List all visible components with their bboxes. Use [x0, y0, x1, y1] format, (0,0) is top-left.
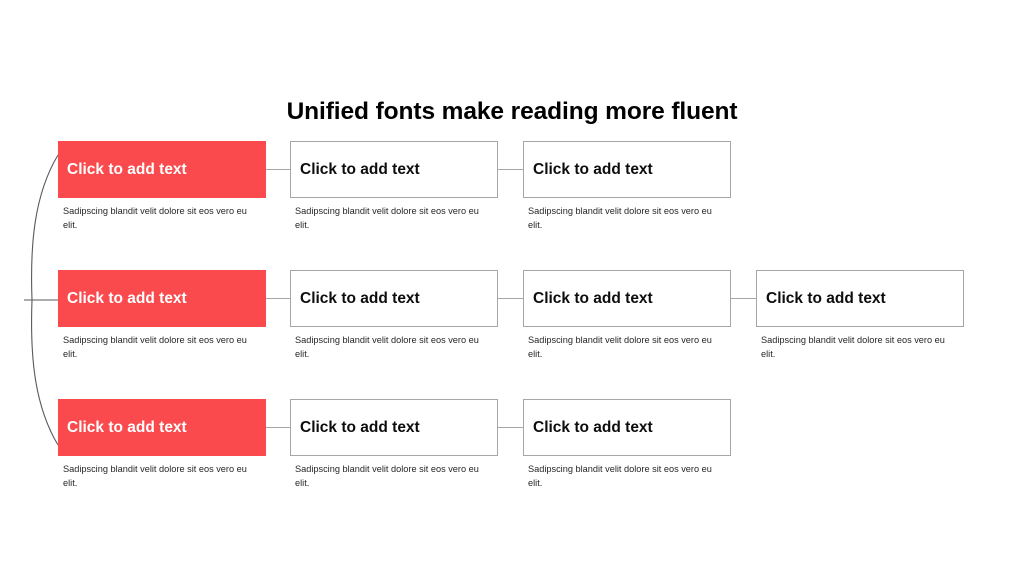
diagram-row-1: Click to add text Sadipscing blandit vel… — [0, 141, 1024, 261]
slide-canvas: Unified fonts make reading more fluent C… — [0, 0, 1024, 576]
node-description: Sadipscing blandit velit dolore sit eos … — [528, 206, 712, 231]
node-label: Click to add text — [67, 418, 187, 436]
connector-row2-node2-node3 — [498, 298, 523, 299]
node-label: Click to add text — [67, 160, 187, 178]
node-description: Sadipscing blandit velit dolore sit eos … — [761, 335, 945, 360]
node-label: Click to add text — [300, 418, 420, 436]
node-box-accent[interactable]: Click to add text — [58, 141, 266, 198]
node-box-plain[interactable]: Click to add text — [523, 399, 731, 456]
node-box-plain[interactable]: Click to add text — [523, 270, 731, 327]
diagram-row-3: Click to add text Sadipscing blandit vel… — [0, 399, 1024, 519]
connector-row3-node2-node3 — [498, 427, 523, 428]
node-box-plain[interactable]: Click to add text — [290, 141, 498, 198]
node-box-accent[interactable]: Click to add text — [58, 270, 266, 327]
node-row1-col1[interactable]: Click to add text Sadipscing blandit vel… — [58, 141, 266, 230]
node-description: Sadipscing blandit velit dolore sit eos … — [295, 335, 479, 360]
node-box-plain[interactable]: Click to add text — [290, 399, 498, 456]
node-box-plain[interactable]: Click to add text — [290, 270, 498, 327]
node-row3-col3[interactable]: Click to add text Sadipscing blandit vel… — [523, 399, 731, 488]
node-label: Click to add text — [300, 289, 420, 307]
node-row2-col1[interactable]: Click to add text Sadipscing blandit vel… — [58, 270, 266, 359]
node-label: Click to add text — [766, 289, 886, 307]
node-description: Sadipscing blandit velit dolore sit eos … — [63, 464, 247, 489]
node-label: Click to add text — [533, 289, 653, 307]
node-row1-col2[interactable]: Click to add text Sadipscing blandit vel… — [290, 141, 498, 230]
node-row3-col2[interactable]: Click to add text Sadipscing blandit vel… — [290, 399, 498, 488]
node-label: Click to add text — [533, 418, 653, 436]
node-row2-col3[interactable]: Click to add text Sadipscing blandit vel… — [523, 270, 731, 359]
node-description: Sadipscing blandit velit dolore sit eos … — [528, 335, 712, 360]
node-box-plain[interactable]: Click to add text — [756, 270, 964, 327]
node-description: Sadipscing blandit velit dolore sit eos … — [295, 206, 479, 231]
node-row2-col4[interactable]: Click to add text Sadipscing blandit vel… — [756, 270, 964, 359]
connector-row2-node3-node4 — [731, 298, 756, 299]
node-row2-col2[interactable]: Click to add text Sadipscing blandit vel… — [290, 270, 498, 359]
connector-row1-node1-node2 — [266, 169, 290, 170]
diagram-row-2: Click to add text Sadipscing blandit vel… — [0, 270, 1024, 390]
node-label: Click to add text — [300, 160, 420, 178]
node-row3-col1[interactable]: Click to add text Sadipscing blandit vel… — [58, 399, 266, 488]
node-label: Click to add text — [533, 160, 653, 178]
page-title: Unified fonts make reading more fluent — [286, 98, 738, 125]
node-description: Sadipscing blandit velit dolore sit eos … — [295, 464, 479, 489]
connector-row3-node1-node2 — [266, 427, 290, 428]
node-box-accent[interactable]: Click to add text — [58, 399, 266, 456]
node-description: Sadipscing blandit velit dolore sit eos … — [63, 206, 247, 231]
node-label: Click to add text — [67, 289, 187, 307]
node-description: Sadipscing blandit velit dolore sit eos … — [63, 335, 247, 360]
node-row1-col3[interactable]: Click to add text Sadipscing blandit vel… — [523, 141, 731, 230]
node-box-plain[interactable]: Click to add text — [523, 141, 731, 198]
connector-row1-node2-node3 — [498, 169, 523, 170]
node-description: Sadipscing blandit velit dolore sit eos … — [528, 464, 712, 489]
connector-row2-node1-node2 — [266, 298, 290, 299]
